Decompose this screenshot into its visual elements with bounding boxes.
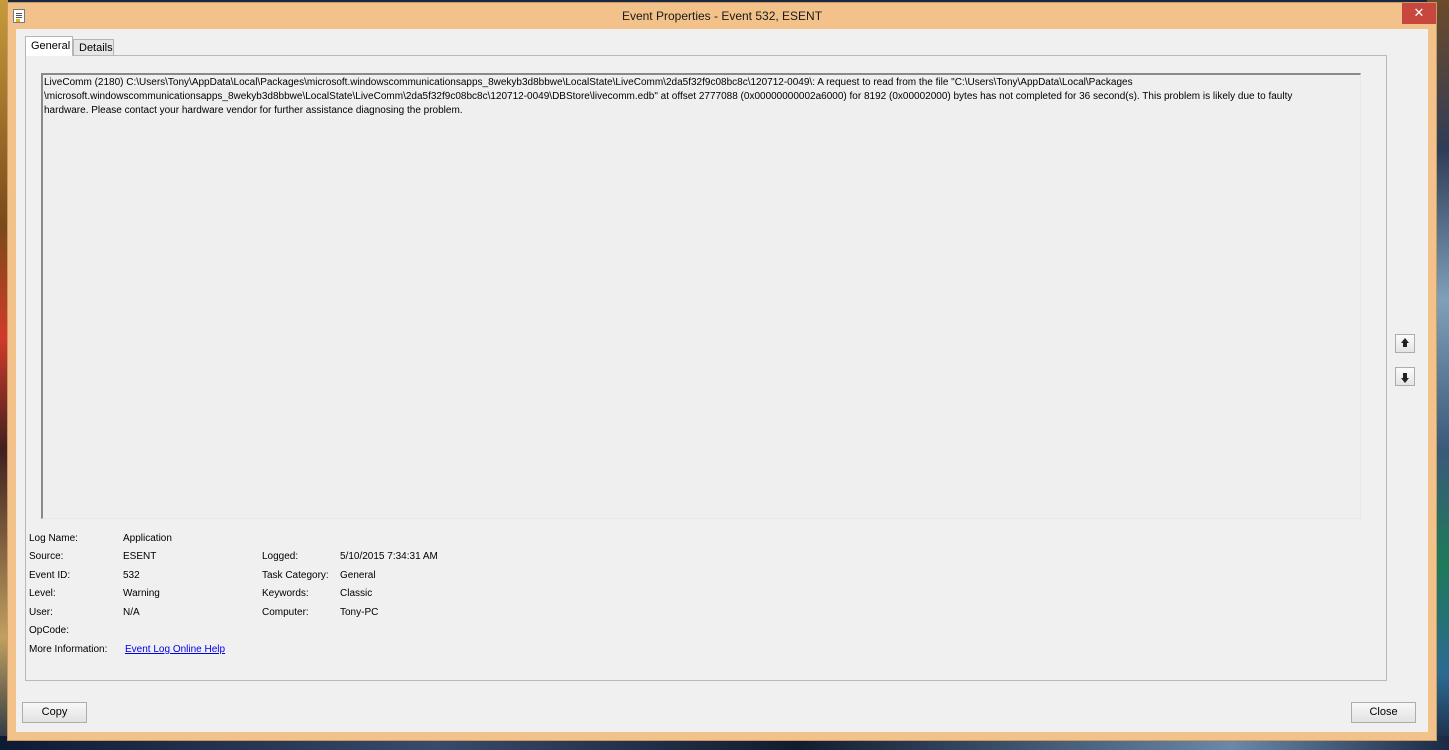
dialog-client-area: General Details LiveComm (2180) C:\Users… [16,29,1428,732]
user-label: User: [29,607,53,618]
window-close-icon[interactable]: ✕ [1402,3,1436,24]
source-value[interactable]: ESENT [123,550,156,564]
more-information-label: More Information: [29,644,108,655]
event-description-text[interactable]: LiveComm (2180) C:\Users\Tony\AppData\Lo… [41,73,1361,519]
opcode-label: OpCode: [29,625,70,636]
event-id-value[interactable]: 532 [123,569,140,583]
close-button[interactable]: Close [1351,702,1416,723]
general-tab-panel: LiveComm (2180) C:\Users\Tony\AppData\Lo… [25,55,1387,681]
event-log-online-help-link[interactable]: Event Log Online Help [125,643,225,657]
task-category-value[interactable]: General [340,569,376,583]
previous-event-button[interactable] [1395,334,1415,353]
task-category-label: Task Category: [262,570,329,581]
copy-button[interactable]: Copy [22,702,87,723]
window-title: Event Properties - Event 532, ESENT [621,9,823,23]
level-label: Level: [29,588,56,599]
event-properties-window: Event Properties - Event 532, ESENT ✕ Ge… [7,2,1437,741]
log-name-value[interactable]: Application [123,532,172,546]
event-id-label: Event ID: [29,570,71,581]
source-label: Source: [29,551,64,562]
user-value[interactable]: N/A [123,606,140,620]
keywords-label: Keywords: [262,588,309,599]
keywords-value[interactable]: Classic [340,587,372,601]
logged-label: Logged: [262,551,299,562]
computer-label: Computer: [262,607,309,618]
title-bar[interactable]: Event Properties - Event 532, ESENT ✕ [8,3,1436,29]
logged-value[interactable]: 5/10/2015 7:34:31 AM [340,550,438,564]
next-event-button[interactable] [1395,367,1415,386]
computer-value[interactable]: Tony-PC [340,606,378,620]
level-value[interactable]: Warning [123,587,160,601]
tab-details[interactable]: Details [73,39,114,55]
tab-general[interactable]: General [25,36,73,56]
log-name-label: Log Name: [29,533,78,544]
arrow-down-icon [1401,373,1409,383]
arrow-up-icon [1401,338,1409,347]
